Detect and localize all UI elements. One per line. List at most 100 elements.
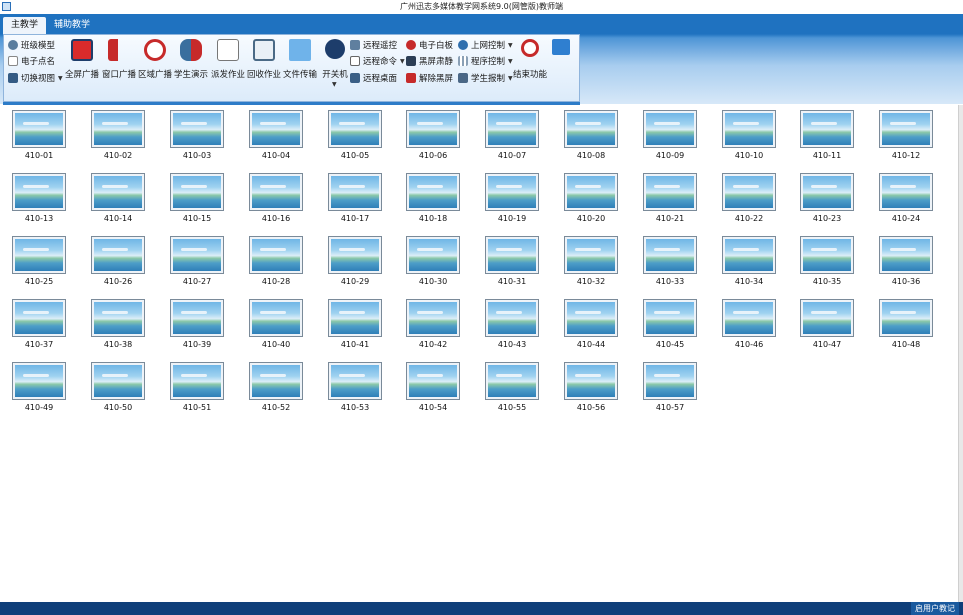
computer-tile[interactable]: 410-03 <box>170 110 226 162</box>
computer-label: 410-04 <box>261 151 291 160</box>
computer-tile[interactable]: 410-35 <box>800 236 856 288</box>
computer-label: 410-17 <box>340 214 370 223</box>
computer-tile[interactable]: 410-38 <box>91 299 147 351</box>
computer-tile[interactable]: 410-20 <box>564 173 620 225</box>
switch-view-button[interactable]: 切换视图 ▼ <box>8 71 63 85</box>
ribbon-panel: 班级模型 电子点名 切换视图 ▼ 全屏广播 窗口广播 区域广播 学生演示 派发作… <box>3 34 580 102</box>
computer-tile[interactable]: 410-19 <box>485 173 541 225</box>
computer-label: 410-28 <box>261 277 291 286</box>
computer-tile[interactable]: 410-50 <box>91 362 147 414</box>
computer-tile[interactable]: 410-56 <box>564 362 620 414</box>
student-exit-button[interactable]: 学生报制 ▼ <box>458 71 513 85</box>
computer-tile[interactable]: 410-57 <box>643 362 699 414</box>
computer-tile[interactable]: 410-07 <box>485 110 541 162</box>
computer-label: 410-23 <box>812 214 842 223</box>
net-control-button[interactable]: 上网控制 ▼ <box>458 38 513 52</box>
desktop-preview-image <box>331 365 379 397</box>
computer-tile[interactable]: 410-13 <box>12 173 68 225</box>
computer-screen-thumbnail <box>879 299 933 337</box>
computer-tile[interactable]: 410-09 <box>643 110 699 162</box>
tab-main-teaching[interactable]: 主教学 <box>3 17 47 34</box>
computer-tile[interactable]: 410-21 <box>643 173 699 225</box>
computer-tile[interactable]: 410-34 <box>722 236 778 288</box>
computer-tile[interactable]: 410-43 <box>485 299 541 351</box>
computer-tile[interactable]: 410-15 <box>170 173 226 225</box>
computer-tile[interactable]: 410-54 <box>406 362 462 414</box>
computer-tile[interactable]: 410-28 <box>249 236 305 288</box>
computer-tile[interactable]: 410-30 <box>406 236 462 288</box>
computer-tile[interactable]: 410-41 <box>328 299 384 351</box>
desktop-preview-image <box>882 176 930 208</box>
computer-tile[interactable]: 410-36 <box>879 236 935 288</box>
desktop-preview-image <box>252 176 300 208</box>
computer-tile[interactable]: 410-29 <box>328 236 384 288</box>
computer-tile[interactable]: 410-16 <box>249 173 305 225</box>
remote-desktop-button[interactable]: 远程桌面 <box>350 71 397 85</box>
remote-command-button[interactable]: 远程命令 ▼ <box>350 54 405 68</box>
vertical-scrollbar[interactable] <box>958 105 963 602</box>
computer-tile[interactable]: 410-49 <box>12 362 68 414</box>
computer-tile[interactable]: 410-44 <box>564 299 620 351</box>
program-control-button[interactable]: 程序控制 ▼ <box>458 54 513 68</box>
power-button[interactable]: 开关机 ▼ <box>316 37 354 88</box>
computer-label: 410-34 <box>734 277 764 286</box>
computer-tile[interactable]: 410-48 <box>879 299 935 351</box>
computer-tile[interactable]: 410-47 <box>800 299 856 351</box>
users-button[interactable] <box>550 37 572 85</box>
unlock-black-screen-button[interactable]: 解除黑屏 <box>406 71 453 85</box>
computer-tile[interactable]: 410-23 <box>800 173 856 225</box>
class-model-button[interactable]: 班级模型 <box>8 38 55 52</box>
end-function-button[interactable]: 结束功能 <box>512 37 548 85</box>
tab-aux-teaching[interactable]: 辅助教学 <box>46 17 98 34</box>
computer-screen-thumbnail <box>406 362 460 400</box>
computer-tile[interactable]: 410-53 <box>328 362 384 414</box>
computer-tile[interactable]: 410-40 <box>249 299 305 351</box>
computer-tile[interactable]: 410-51 <box>170 362 226 414</box>
computer-tile[interactable]: 410-12 <box>879 110 935 162</box>
desktop-preview-image <box>803 113 851 145</box>
computer-tile[interactable]: 410-26 <box>91 236 147 288</box>
computer-tile[interactable]: 410-27 <box>170 236 226 288</box>
computer-label: 410-19 <box>497 214 527 223</box>
computer-tile[interactable]: 410-17 <box>328 173 384 225</box>
remote-monitor-button[interactable]: 远程遥控 <box>350 38 397 52</box>
desktop-preview-image <box>567 176 615 208</box>
computer-tile[interactable]: 410-10 <box>722 110 778 162</box>
black-screen-button[interactable]: 黑屏肃静 <box>406 54 453 68</box>
computer-tile[interactable]: 410-45 <box>643 299 699 351</box>
computer-screen-thumbnail <box>800 110 854 148</box>
computer-tile[interactable]: 410-39 <box>170 299 226 351</box>
computer-tile[interactable]: 410-22 <box>722 173 778 225</box>
computer-tile[interactable]: 410-32 <box>564 236 620 288</box>
computer-tile[interactable]: 410-02 <box>91 110 147 162</box>
tab-bar: 主教学 辅助教学 <box>0 14 963 34</box>
computer-tile[interactable]: 410-25 <box>12 236 68 288</box>
computer-tile[interactable]: 410-31 <box>485 236 541 288</box>
computer-tile[interactable]: 410-52 <box>249 362 305 414</box>
computer-tile[interactable]: 410-18 <box>406 173 462 225</box>
computer-tile[interactable]: 410-37 <box>12 299 68 351</box>
computer-tile[interactable]: 410-08 <box>564 110 620 162</box>
computer-tile[interactable]: 410-06 <box>406 110 462 162</box>
desktop-preview-image <box>409 113 457 145</box>
computer-tile[interactable]: 410-04 <box>249 110 305 162</box>
desktop-preview-image <box>15 239 63 271</box>
dropdown-caret-icon: ▼ <box>332 81 337 88</box>
computer-tile[interactable]: 410-55 <box>485 362 541 414</box>
computer-label: 410-56 <box>576 403 606 412</box>
whiteboard-button[interactable]: 电子白板 <box>406 38 453 52</box>
computer-label: 410-46 <box>734 340 764 349</box>
computer-tile[interactable]: 410-01 <box>12 110 68 162</box>
remote-monitor-icon <box>350 40 360 50</box>
computer-screen-thumbnail <box>91 173 145 211</box>
computer-tile[interactable]: 410-14 <box>91 173 147 225</box>
roll-call-button[interactable]: 电子点名 <box>8 54 55 68</box>
computer-tile[interactable]: 410-42 <box>406 299 462 351</box>
computer-tile[interactable]: 410-24 <box>879 173 935 225</box>
computer-tile[interactable]: 410-46 <box>722 299 778 351</box>
computer-tile[interactable]: 410-11 <box>800 110 856 162</box>
computer-tile[interactable]: 410-33 <box>643 236 699 288</box>
status-text[interactable]: 启用户教记 <box>911 602 959 615</box>
computer-tile[interactable]: 410-05 <box>328 110 384 162</box>
computer-label: 410-52 <box>261 403 291 412</box>
